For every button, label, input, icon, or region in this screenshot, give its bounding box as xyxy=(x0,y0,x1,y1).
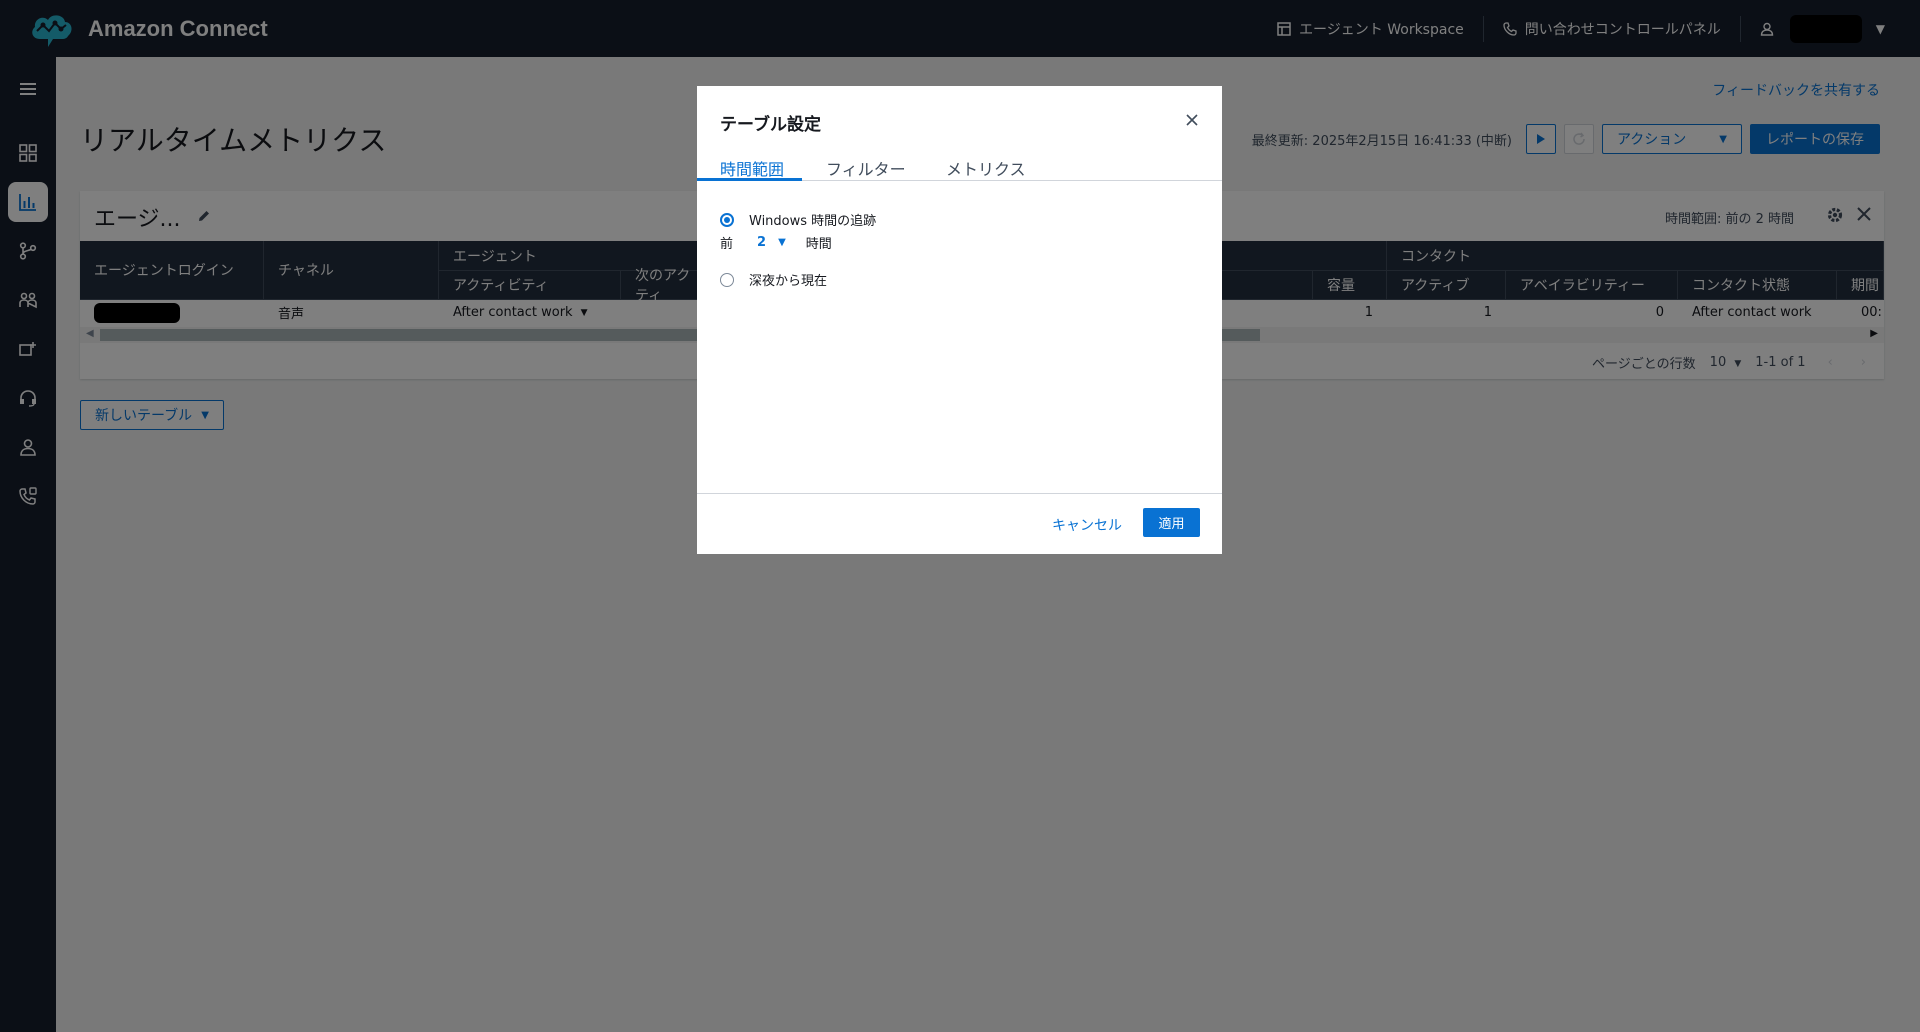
modal-title: テーブル設定 xyxy=(720,115,821,135)
radio-trailing-window[interactable] xyxy=(720,212,734,227)
option-midnight-label: 深夜から現在 xyxy=(749,274,828,289)
caret-down-icon[interactable]: ▼ xyxy=(778,237,786,248)
apply-button[interactable]: 適用 xyxy=(1143,508,1200,537)
cancel-button[interactable]: キャンセル xyxy=(1052,515,1122,535)
close-icon[interactable] xyxy=(1186,114,1198,126)
option-midnight-to-now[interactable]: 深夜から現在 xyxy=(720,270,827,289)
modal-tabs: 時間範囲 フィルター メトリクス xyxy=(697,156,1222,181)
option-trailing-window[interactable]: Windows 時間の追跡 xyxy=(720,210,876,229)
modal-footer-divider xyxy=(697,493,1222,494)
hours-select-value[interactable]: 2 xyxy=(757,235,766,250)
trailing-window-setting: 前 2 ▼ 時間 xyxy=(720,233,832,252)
option-trailing-window-label: Windows 時間の追跡 xyxy=(749,214,877,229)
tab-metrics[interactable]: メトリクス xyxy=(946,156,1026,181)
tab-filter[interactable]: フィルター xyxy=(826,156,906,181)
table-settings-modal: テーブル設定 時間範囲 フィルター メトリクス Windows 時間の追跡 前 … xyxy=(697,86,1222,554)
active-tab-indicator xyxy=(697,178,802,181)
radio-midnight-to-now[interactable] xyxy=(720,272,734,287)
hours-unit-label: 時間 xyxy=(805,237,832,252)
previous-label: 前 xyxy=(720,237,734,252)
